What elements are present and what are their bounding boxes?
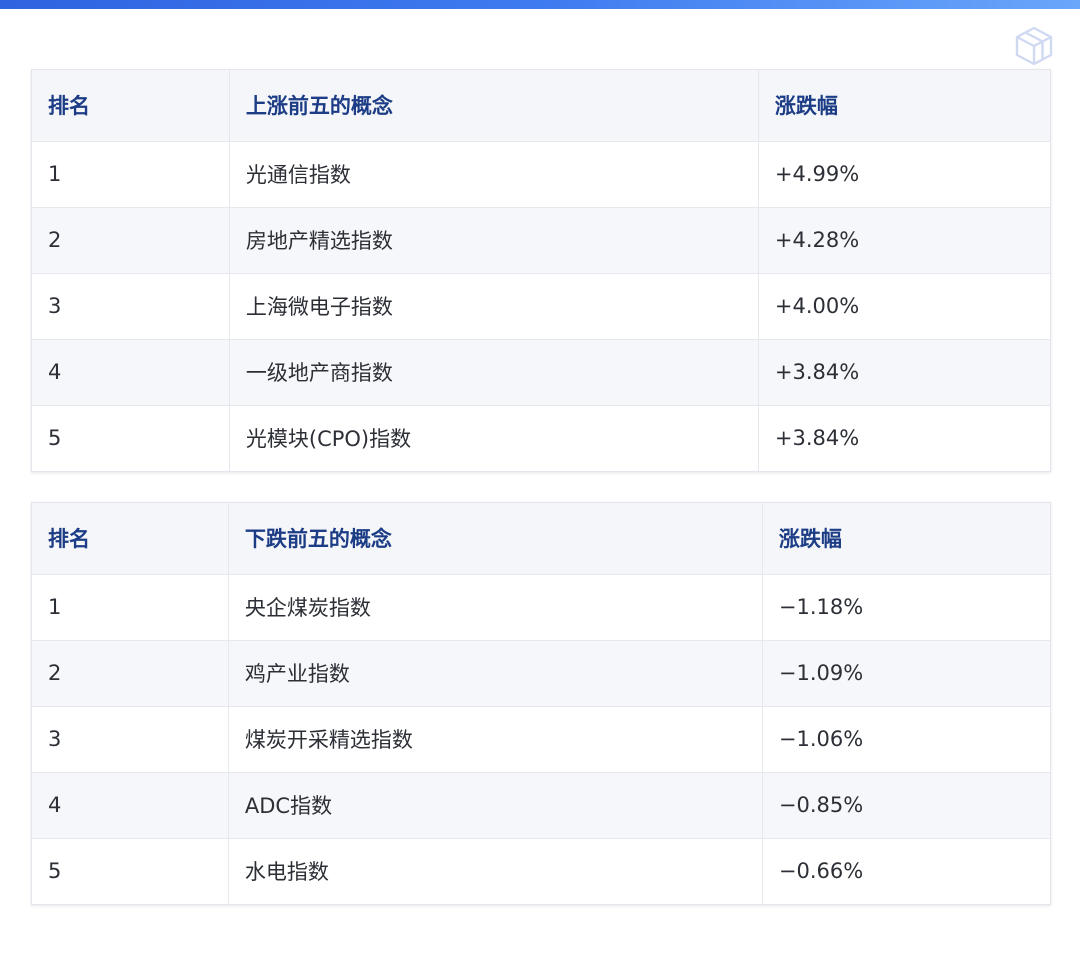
cell-rank: 5 (32, 405, 230, 471)
table-row: 2 房地产精选指数 +4.28% (32, 207, 1050, 274)
cell-concept: 一级地产商指数 (229, 339, 759, 406)
cell-change: −1.06% (762, 706, 1050, 773)
cell-concept: 光通信指数 (229, 141, 759, 208)
cell-concept: 光模块(CPO)指数 (229, 405, 759, 471)
losers-table-card: 排名 下跌前五的概念 涨跌幅 1 央企煤炭指数 −1.18% 2 鸡产业指数 −… (31, 502, 1051, 905)
cell-concept: ADC指数 (228, 772, 763, 839)
cell-rank: 3 (32, 273, 230, 340)
cell-concept: 鸡产业指数 (228, 640, 763, 707)
top-accent-bar (0, 0, 1080, 9)
cell-rank: 4 (32, 339, 230, 406)
cell-rank: 3 (32, 706, 229, 773)
cell-rank: 2 (32, 640, 229, 707)
cell-change: +4.28% (758, 207, 1050, 274)
table-row: 1 光通信指数 +4.99% (32, 141, 1050, 208)
cell-change: −1.18% (762, 574, 1050, 641)
header-change: 涨跌幅 (762, 503, 1050, 575)
cell-change: −0.85% (762, 772, 1050, 839)
cell-concept: 上海微电子指数 (229, 273, 759, 340)
table-row: 2 鸡产业指数 −1.09% (32, 640, 1050, 707)
cell-rank: 4 (32, 772, 229, 839)
table-row: 4 ADC指数 −0.85% (32, 772, 1050, 839)
cell-change: +4.99% (758, 141, 1050, 208)
header-rank: 排名 (32, 503, 229, 575)
gainers-table-card: 排名 上涨前五的概念 涨跌幅 1 光通信指数 +4.99% 2 房地产精选指数 … (31, 69, 1051, 472)
cell-change: +3.84% (758, 405, 1050, 471)
table-row: 3 煤炭开采精选指数 −1.06% (32, 706, 1050, 773)
cell-change: +3.84% (758, 339, 1050, 406)
cell-concept: 房地产精选指数 (229, 207, 759, 274)
cell-concept: 水电指数 (228, 838, 763, 904)
header-change: 涨跌幅 (758, 70, 1050, 142)
cell-rank: 5 (32, 838, 229, 904)
cell-concept: 央企煤炭指数 (228, 574, 763, 641)
table-header-row: 排名 下跌前五的概念 涨跌幅 (32, 503, 1050, 575)
cell-rank: 1 (32, 141, 230, 208)
table-row: 5 水电指数 −0.66% (32, 838, 1050, 904)
cell-rank: 2 (32, 207, 230, 274)
table-row: 4 一级地产商指数 +3.84% (32, 339, 1050, 406)
header-concept: 上涨前五的概念 (229, 70, 759, 142)
cube-logo-icon (1015, 26, 1053, 66)
cell-change: +4.00% (758, 273, 1050, 340)
cell-change: −1.09% (762, 640, 1050, 707)
table-row: 5 光模块(CPO)指数 +3.84% (32, 405, 1050, 471)
table-row: 1 央企煤炭指数 −1.18% (32, 574, 1050, 641)
losers-table: 排名 下跌前五的概念 涨跌幅 1 央企煤炭指数 −1.18% 2 鸡产业指数 −… (32, 503, 1050, 904)
gainers-table: 排名 上涨前五的概念 涨跌幅 1 光通信指数 +4.99% 2 房地产精选指数 … (32, 70, 1050, 471)
cell-concept: 煤炭开采精选指数 (228, 706, 763, 773)
table-header-row: 排名 上涨前五的概念 涨跌幅 (32, 70, 1050, 142)
header-rank: 排名 (32, 70, 230, 142)
header-concept: 下跌前五的概念 (228, 503, 763, 575)
cell-change: −0.66% (762, 838, 1050, 904)
table-row: 3 上海微电子指数 +4.00% (32, 273, 1050, 340)
cell-rank: 1 (32, 574, 229, 641)
